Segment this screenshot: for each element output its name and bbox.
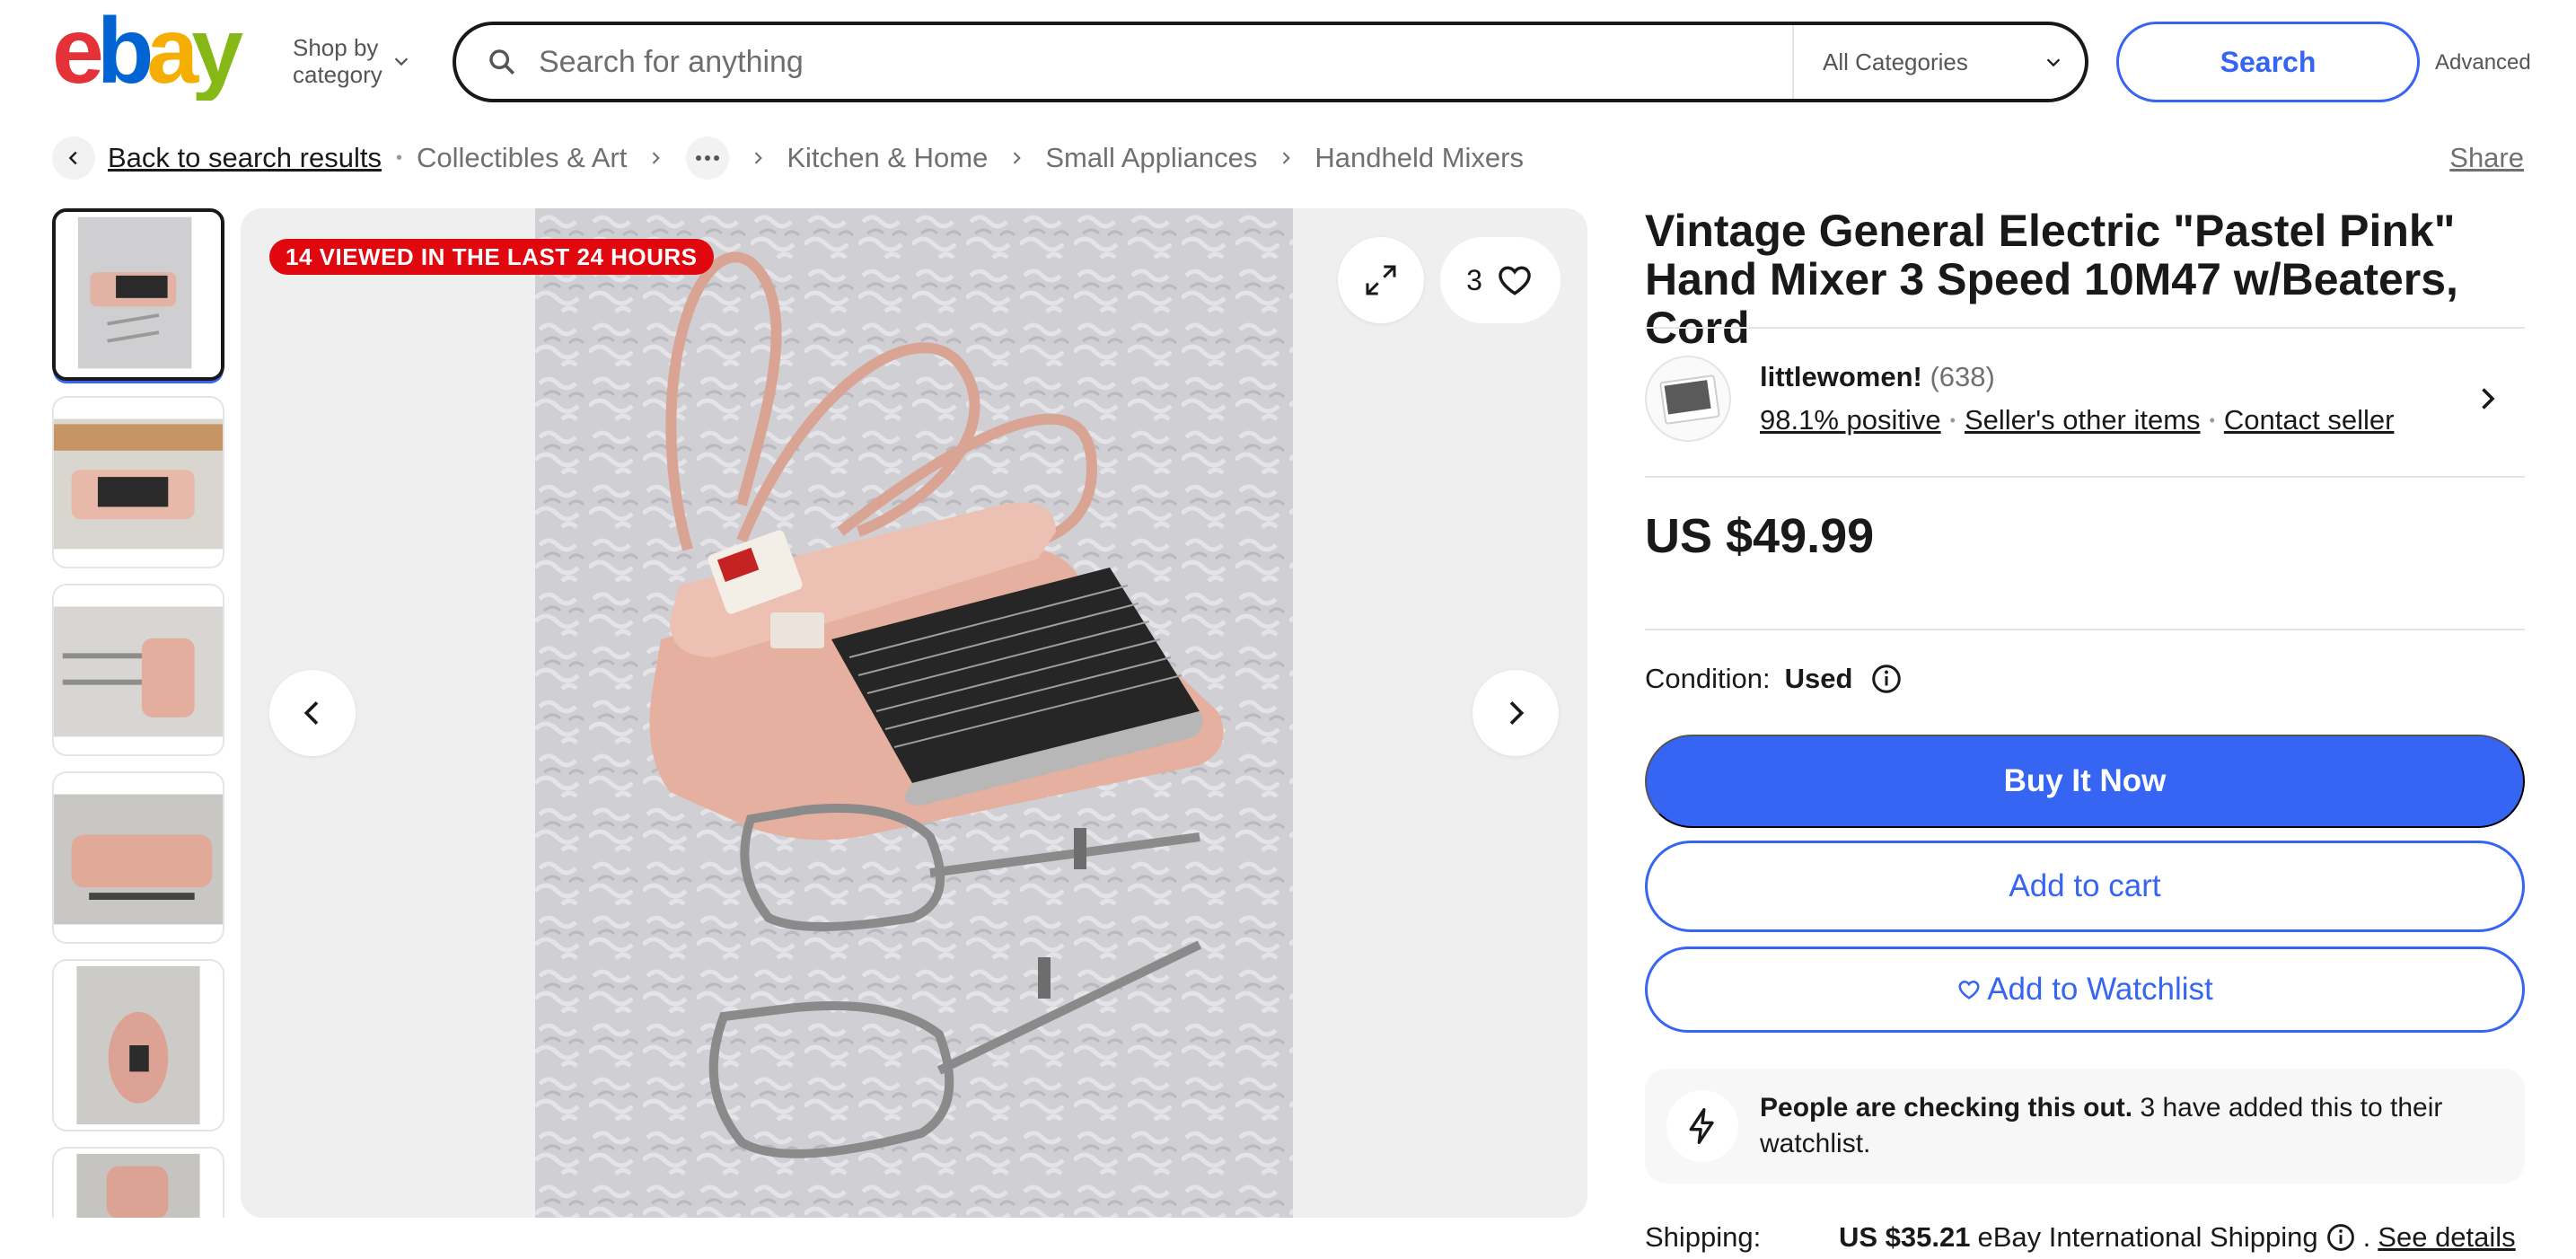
shop-by-label: Shop by xyxy=(293,34,379,61)
fullscreen-button[interactable] xyxy=(1338,237,1424,323)
chevron-right-icon xyxy=(1509,701,1525,725)
mixer-thumbnail-image xyxy=(56,212,221,377)
seller-other-items-link[interactable]: Seller's other items xyxy=(1965,404,2201,436)
separator-dot: • xyxy=(1949,410,1956,429)
item-price: US $49.99 xyxy=(1645,509,1875,563)
positive-feedback-link[interactable]: 98.1% positive xyxy=(1760,404,1941,436)
search-button[interactable]: Search xyxy=(2116,22,2420,102)
see-details-link[interactable]: See details xyxy=(2378,1221,2515,1254)
breadcrumb-small-appliances[interactable]: Small Appliances xyxy=(1045,142,1257,174)
chevron-right-icon xyxy=(653,152,661,164)
chevron-right-icon xyxy=(1014,152,1022,164)
thumbnail-6[interactable] xyxy=(52,1147,224,1218)
mixer-thumbnail-image xyxy=(54,398,223,567)
thumbnail-3[interactable] xyxy=(52,584,224,756)
chevron-right-icon xyxy=(1283,152,1291,164)
share-link[interactable]: Share xyxy=(2449,142,2524,174)
info-icon[interactable] xyxy=(2325,1222,2356,1253)
shop-by-category[interactable]: Shop by category xyxy=(293,34,411,88)
chevron-left-icon xyxy=(68,151,77,165)
item-title: Vintage General Electric "Pastel Pink" H… xyxy=(1645,206,2458,353)
divider xyxy=(1645,476,2525,478)
mixer-thumbnail-image xyxy=(54,585,223,754)
breadcrumb-kitchen-home[interactable]: Kitchen & Home xyxy=(787,142,988,174)
seller-card[interactable]: littlewomen! (638) 98.1% positive • Sell… xyxy=(1645,356,2525,445)
svg-text:ebay: ebay xyxy=(52,13,243,101)
separator-dot: • xyxy=(2209,410,2215,429)
shipping-label: Shipping: xyxy=(1645,1221,1762,1253)
add-to-watchlist-label: Add to Watchlist xyxy=(1987,972,2213,1007)
more-horizontal-icon xyxy=(696,155,720,161)
add-to-cart-button[interactable]: Add to cart xyxy=(1645,841,2525,932)
thumbnail-2[interactable] xyxy=(52,396,224,568)
thumbnail-1[interactable] xyxy=(52,208,224,381)
breadcrumb-collectibles[interactable]: Collectibles & Art xyxy=(417,142,627,174)
seller-avatar[interactable] xyxy=(1645,356,1731,442)
urgency-signal: People are checking this out. 3 have add… xyxy=(1645,1069,2525,1184)
next-image-button[interactable] xyxy=(1473,670,1559,756)
chevron-down-icon xyxy=(2046,58,2061,67)
seller-name[interactable]: littlewomen! xyxy=(1760,361,1922,392)
seller-links: 98.1% positive • Seller's other items • … xyxy=(1760,404,2394,436)
period: . xyxy=(2362,1221,2371,1253)
mixer-thumbnail-image xyxy=(54,961,223,1130)
shipping-method: eBay International Shipping xyxy=(1977,1221,2318,1253)
chevron-right-icon xyxy=(755,152,763,164)
urgency-signal-headline: People are checking this out. xyxy=(1760,1093,2133,1123)
thumbnail-5[interactable] xyxy=(52,959,224,1131)
ebay-logo[interactable]: ebay xyxy=(52,0,266,103)
product-photo xyxy=(535,208,1293,1218)
chevron-right-icon[interactable] xyxy=(2471,383,2503,415)
mixer-thumbnail-image xyxy=(54,773,223,942)
condition-label: Condition: xyxy=(1645,663,1771,694)
info-icon[interactable] xyxy=(1870,663,1903,695)
condition-row: Condition: Used xyxy=(1645,663,1903,695)
seller-feedback-count: (638) xyxy=(1930,361,1995,392)
mixer-thumbnail-image xyxy=(54,1149,223,1218)
add-to-watchlist-button[interactable]: Add to Watchlist xyxy=(1645,946,2525,1033)
search-bar: All Categories xyxy=(453,22,2088,102)
main-image-viewer[interactable]: 14 VIEWED IN THE LAST 24 HOURS 3 xyxy=(241,208,1587,1218)
contact-seller-link[interactable]: Contact seller xyxy=(2224,404,2395,436)
advanced-search-link[interactable]: Advanced xyxy=(2435,50,2531,75)
lightning-icon-wrap xyxy=(1666,1090,1738,1162)
shipping-value: US $35.21 eBay International Shipping . … xyxy=(1839,1221,2516,1254)
shipping-price: US $35.21 xyxy=(1839,1221,1971,1253)
category-select[interactable]: All Categories xyxy=(1792,25,2085,99)
chevron-down-icon xyxy=(394,57,408,66)
breadcrumb: Back to search results • Collectibles & … xyxy=(52,136,1524,180)
divider xyxy=(1645,327,2525,329)
category-label: category xyxy=(293,61,382,88)
chevron-left-icon xyxy=(303,701,319,725)
search-input[interactable] xyxy=(539,35,1778,89)
urgency-signal-text: People are checking this out. 3 have add… xyxy=(1760,1090,2496,1162)
seller-name-row: littlewomen! (638) xyxy=(1760,361,1995,393)
watch-count: 3 xyxy=(1466,263,1482,296)
previous-image-button[interactable] xyxy=(269,670,356,756)
more-breadcrumbs-button[interactable] xyxy=(686,136,730,180)
back-button[interactable] xyxy=(52,136,95,180)
back-to-results-link[interactable]: Back to search results xyxy=(108,142,382,174)
expand-icon xyxy=(1366,265,1396,295)
divider xyxy=(1645,629,2525,630)
buy-it-now-button[interactable]: Buy It Now xyxy=(1645,735,2525,828)
lightning-icon xyxy=(1689,1108,1714,1144)
heart-icon xyxy=(1499,266,1531,295)
thumbnail-4[interactable] xyxy=(52,771,224,944)
thumbnail-strip xyxy=(52,208,226,1218)
viewed-badge: 14 VIEWED IN THE LAST 24 HOURS xyxy=(269,239,714,275)
search-icon xyxy=(489,49,515,75)
separator-dot: • xyxy=(395,147,402,168)
category-select-value: All Categories xyxy=(1823,48,1968,75)
breadcrumb-handheld-mixers[interactable]: Handheld Mixers xyxy=(1314,142,1524,174)
photo-placeholder-icon xyxy=(1659,374,1720,425)
heart-icon xyxy=(1958,980,1980,999)
watch-count-button[interactable]: 3 xyxy=(1440,237,1561,323)
condition-value: Used xyxy=(1784,663,1853,694)
